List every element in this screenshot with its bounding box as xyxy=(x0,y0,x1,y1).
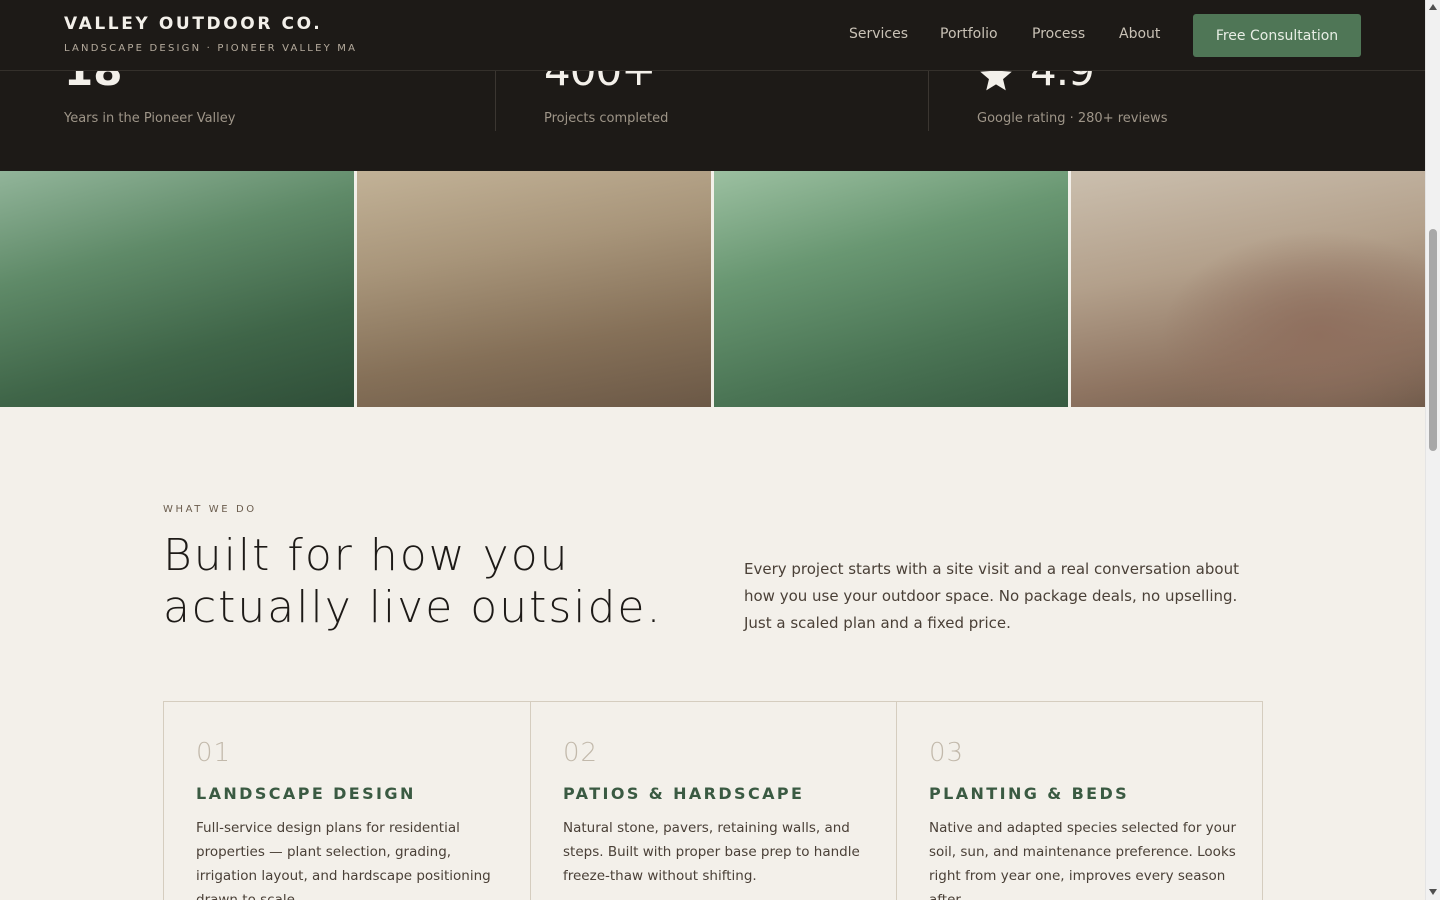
nav-process[interactable]: Process xyxy=(1032,26,1085,42)
page-scrollbar[interactable] xyxy=(1425,0,1440,900)
free-consultation-button[interactable]: Free Consultation xyxy=(1193,14,1361,57)
gallery-image xyxy=(714,171,1068,407)
card-description: Native and adapted species selected for … xyxy=(929,820,1237,900)
section-headline: Built for how you actually live outside. xyxy=(163,530,683,634)
stat-rating-label: Google rating · 280+ reviews xyxy=(977,111,1168,126)
stat-projects-label: Projects completed xyxy=(544,111,669,126)
scroll-down-arrow-icon[interactable] xyxy=(1429,889,1437,895)
page: 18 Years in the Pioneer Valley 400+ Proj… xyxy=(0,0,1425,900)
card-description: Full-service design plans for residentia… xyxy=(196,820,491,900)
card-number: 03 xyxy=(929,738,965,768)
nav-services[interactable]: Services xyxy=(849,26,908,42)
stat-years-label: Years in the Pioneer Valley xyxy=(64,111,236,126)
stat-divider xyxy=(928,70,929,131)
card-title: PATIOS & HARDSCAPE xyxy=(563,784,805,803)
card-title: PLANTING & BEDS xyxy=(929,784,1130,803)
stat-divider xyxy=(495,70,496,131)
service-card[interactable]: 01 LANDSCAPE DESIGN Full-service design … xyxy=(164,702,530,900)
nav-about[interactable]: About xyxy=(1119,26,1160,42)
scrollbar-thumb[interactable] xyxy=(1429,229,1437,451)
service-cards: 01 LANDSCAPE DESIGN Full-service design … xyxy=(163,701,1263,900)
section-intro: Every project starts with a site visit a… xyxy=(744,560,1239,632)
gallery-image xyxy=(357,171,711,407)
card-title: LANDSCAPE DESIGN xyxy=(196,784,416,803)
section-eyebrow: WHAT WE DO xyxy=(163,504,257,515)
gallery-image xyxy=(0,171,354,407)
card-description: Natural stone, pavers, retaining walls, … xyxy=(563,820,860,884)
card-number: 02 xyxy=(563,738,599,768)
brand-logo[interactable]: VALLEY OUTDOOR CO. xyxy=(64,14,322,34)
gallery-image xyxy=(1071,171,1425,407)
headline-line: actually live outside. xyxy=(163,582,663,633)
service-card[interactable]: 02 PATIOS & HARDSCAPE Natural stone, pav… xyxy=(530,702,896,900)
site-header: VALLEY OUTDOOR CO. LANDSCAPE DESIGN · PI… xyxy=(0,0,1425,71)
headline-line: Built for how you xyxy=(163,530,570,581)
card-number: 01 xyxy=(196,738,232,768)
nav-portfolio[interactable]: Portfolio xyxy=(940,26,998,42)
service-card[interactable]: 03 PLANTING & BEDS Native and adapted sp… xyxy=(896,702,1262,900)
scroll-up-arrow-icon[interactable] xyxy=(1429,4,1437,10)
brand-tagline: LANDSCAPE DESIGN · PIONEER VALLEY MA xyxy=(64,43,358,54)
